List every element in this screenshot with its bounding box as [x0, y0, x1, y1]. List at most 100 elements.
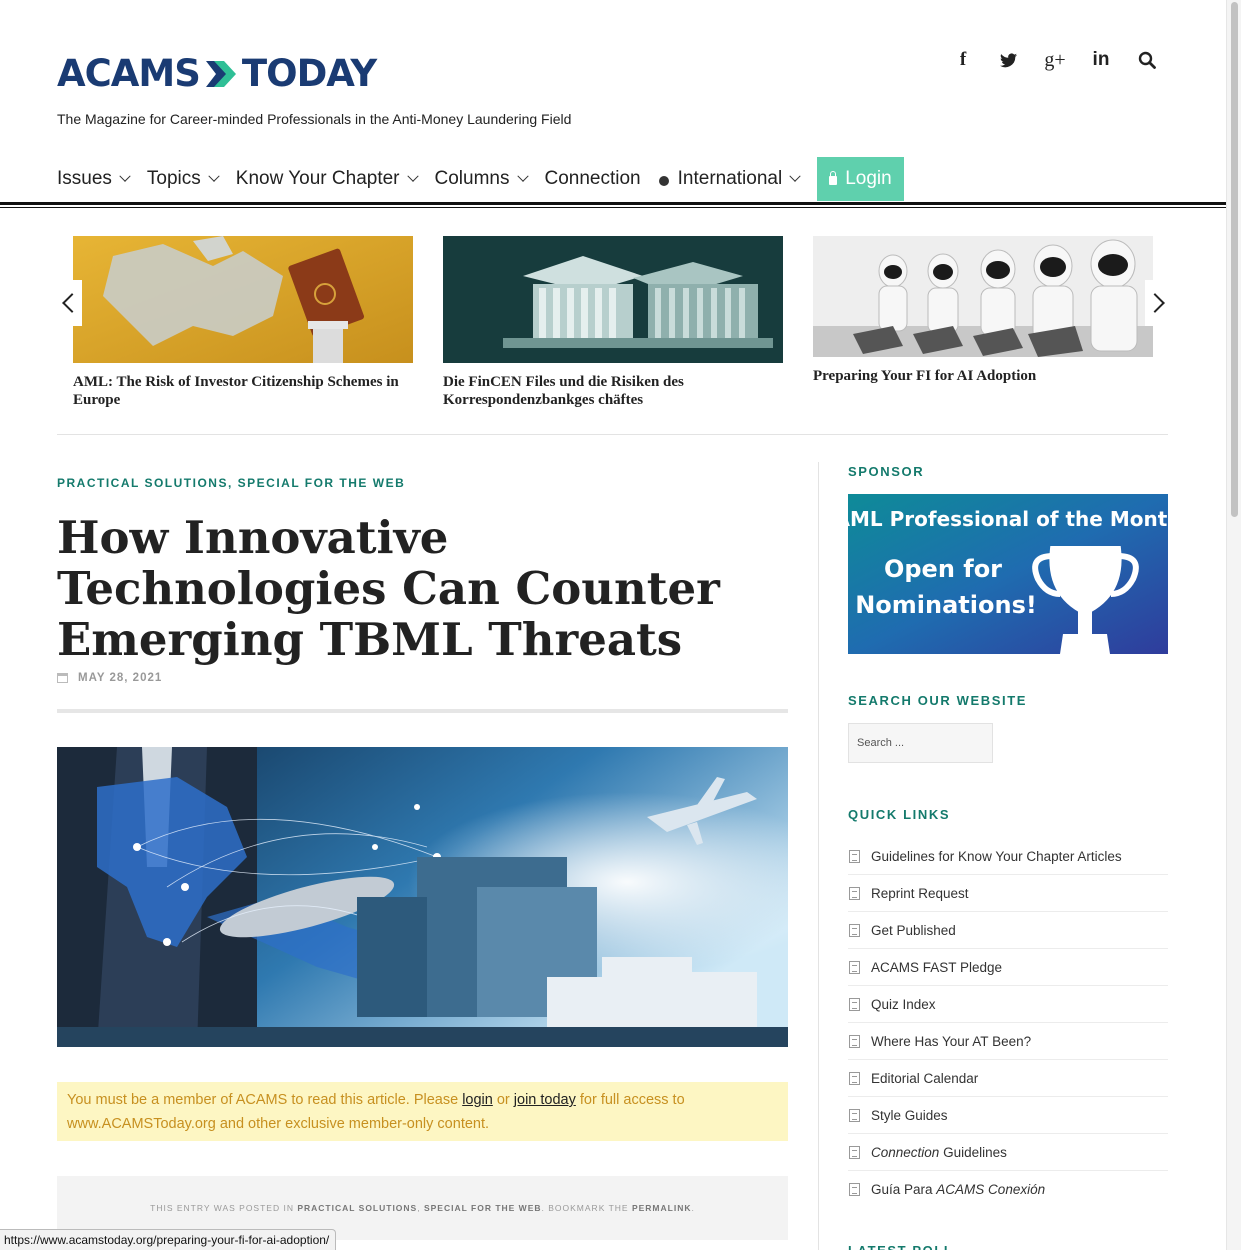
- scrollbar-thumb[interactable]: [1231, 2, 1238, 517]
- page-scrollbar[interactable]: [1226, 0, 1241, 1250]
- site-logo[interactable]: ACAMS TODAY: [57, 52, 377, 95]
- nav-label: Topics: [146, 168, 201, 189]
- sponsor-line-1: Open for: [884, 555, 1002, 583]
- slide-caption[interactable]: Die FinCEN Files und die Risiken des Kor…: [443, 373, 783, 409]
- quick-link-label: Guidelines for Know Your Chapter Article…: [871, 848, 1122, 864]
- notice-text: You must be a member of ACAMS to read th…: [67, 1092, 463, 1108]
- chevron-down-icon: [208, 170, 220, 182]
- latest-poll-heading: LATEST POLL: [848, 1243, 953, 1250]
- carousel-prev-arrow-icon[interactable]: [56, 280, 82, 326]
- nav-topics[interactable]: Topics: [146, 168, 220, 190]
- members-only-notice: You must be a member of ACAMS to read th…: [57, 1082, 788, 1141]
- header-rule-thin: [0, 207, 1226, 208]
- join-today-link[interactable]: join today: [514, 1092, 576, 1108]
- status-bar-url: https://www.acamstoday.org/preparing-you…: [0, 1229, 337, 1250]
- meta-text: .: [691, 1203, 695, 1213]
- header-rule: [0, 202, 1226, 205]
- quick-link-label: Get Published: [871, 922, 956, 938]
- globe-icon: [658, 175, 669, 186]
- meta-text: THIS ENTRY WAS POSTED IN: [150, 1203, 298, 1213]
- nav-international[interactable]: International: [658, 168, 801, 190]
- notice-text: or: [492, 1092, 514, 1108]
- linkedin-icon[interactable]: in: [1091, 48, 1111, 72]
- quick-link-label: Guía Para: [871, 1182, 937, 1197]
- slide-image-robots[interactable]: [813, 236, 1153, 357]
- slide-caption[interactable]: AML: The Risk of Investor Citizenship Sc…: [73, 373, 413, 409]
- nav-label: Know Your Chapter: [235, 168, 400, 189]
- nav-columns[interactable]: Columns: [434, 168, 529, 190]
- quick-link[interactable]: Guía Para ACAMS Conexión: [848, 1171, 1168, 1208]
- quick-link[interactable]: Quiz Index: [848, 986, 1168, 1023]
- quick-link-label-em: Connection: [871, 1144, 940, 1160]
- slide-image-passport-map[interactable]: [73, 236, 413, 363]
- meta-category-link[interactable]: PRACTICAL SOLUTIONS: [297, 1203, 417, 1213]
- login-button[interactable]: Login: [817, 157, 904, 201]
- category-separator: ,: [227, 476, 233, 490]
- login-link[interactable]: login: [462, 1092, 493, 1108]
- quick-link[interactable]: Style Guides: [848, 1097, 1168, 1134]
- document-icon: [849, 849, 860, 863]
- meta-category-link[interactable]: SPECIAL FOR THE WEB: [424, 1203, 542, 1213]
- login-label: Login: [845, 168, 892, 189]
- sponsor-banner[interactable]: AML Professional of the Month Open for N…: [848, 494, 1168, 654]
- document-icon: [849, 1034, 860, 1048]
- nav-connection[interactable]: Connection: [545, 168, 641, 190]
- meta-text: . BOOKMARK THE: [541, 1203, 632, 1213]
- article-title: How Innovative Technologies Can Counter …: [57, 511, 720, 666]
- search-icon[interactable]: [1137, 48, 1157, 72]
- quick-link-label: Style Guides: [871, 1107, 948, 1123]
- section-divider: [57, 434, 1168, 435]
- permalink-link[interactable]: PERMALINK: [632, 1203, 692, 1213]
- quick-link[interactable]: Reprint Request: [848, 875, 1168, 912]
- nav-know-your-chapter[interactable]: Know Your Chapter: [235, 168, 419, 190]
- meta-text: ,: [417, 1203, 424, 1213]
- google-plus-icon[interactable]: g+: [1044, 48, 1065, 72]
- document-icon: [849, 1108, 860, 1122]
- quick-link[interactable]: Connection Guidelines: [848, 1134, 1168, 1171]
- social-bar: f g+ in: [953, 48, 1157, 72]
- logo-chevron-icon: [205, 60, 236, 87]
- logo-acams: ACAMS: [57, 52, 201, 95]
- calendar-icon: [57, 673, 68, 683]
- quick-link-label-em: ACAMS Conexión: [936, 1182, 1046, 1197]
- quick-links-list: Guidelines for Know Your Chapter Article…: [848, 838, 1168, 1208]
- carousel-slide[interactable]: AML: The Risk of Investor Citizenship Sc…: [73, 236, 413, 409]
- chevron-down-icon: [789, 170, 801, 182]
- chevron-down-icon: [406, 170, 419, 182]
- facebook-icon[interactable]: f: [953, 48, 973, 72]
- article-date: MAY 28, 2021: [57, 672, 162, 684]
- quick-link[interactable]: Where Has Your AT Been?: [848, 1023, 1168, 1060]
- quick-link[interactable]: Get Published: [848, 912, 1168, 949]
- quick-link-label: Editorial Calendar: [871, 1070, 979, 1086]
- article-categories: PRACTICAL SOLUTIONS, SPECIAL FOR THE WEB: [57, 476, 405, 490]
- slide-image-banks[interactable]: [443, 236, 783, 363]
- carousel-slide[interactable]: Preparing Your FI for AI Adoption: [813, 236, 1153, 385]
- sponsor-line-2: Nominations!: [855, 591, 1037, 619]
- document-icon: [849, 1071, 860, 1085]
- carousel-next-arrow-icon[interactable]: [1145, 280, 1171, 326]
- chevron-down-icon: [119, 170, 131, 182]
- carousel-slide[interactable]: Die FinCEN Files und die Risiken des Kor…: [443, 236, 783, 409]
- nav-label: Columns: [434, 168, 510, 189]
- document-icon: [849, 997, 860, 1011]
- category-special-for-the-web[interactable]: SPECIAL FOR THE WEB: [238, 476, 406, 490]
- sidebar-divider: [818, 462, 819, 1250]
- document-icon: [849, 1145, 860, 1159]
- document-icon: [849, 923, 860, 937]
- document-icon: [849, 1183, 860, 1196]
- nav-label: Issues: [57, 168, 112, 189]
- logo-today: TODAY: [241, 52, 377, 95]
- search-input[interactable]: Search ...: [848, 723, 993, 763]
- quick-link-label: Where Has Your AT Been?: [871, 1033, 1032, 1049]
- quick-link[interactable]: ACAMS FAST Pledge: [848, 949, 1168, 986]
- quick-link-label: Quiz Index: [871, 996, 936, 1012]
- twitter-icon[interactable]: [999, 48, 1019, 72]
- nav-label: Connection: [544, 168, 641, 189]
- chevron-down-icon: [516, 170, 529, 182]
- main-nav: Issues Topics Know Your Chapter Columns …: [57, 157, 904, 201]
- slide-caption[interactable]: Preparing Your FI for AI Adoption: [813, 367, 1153, 385]
- quick-link[interactable]: Editorial Calendar: [848, 1060, 1168, 1097]
- category-practical-solutions[interactable]: PRACTICAL SOLUTIONS: [57, 476, 228, 490]
- quick-link[interactable]: Guidelines for Know Your Chapter Article…: [848, 838, 1168, 875]
- nav-issues[interactable]: Issues: [57, 168, 131, 190]
